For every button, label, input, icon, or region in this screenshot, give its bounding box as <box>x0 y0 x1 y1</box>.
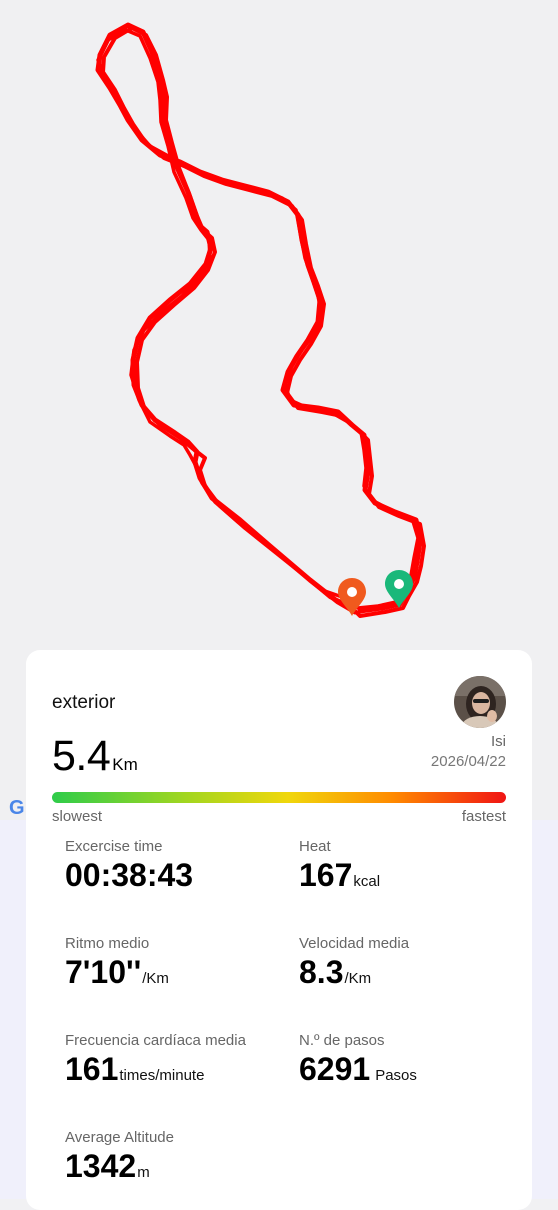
stat-value: 167 <box>299 857 353 893</box>
user-avatar[interactable] <box>454 676 506 728</box>
avatar-photo-icon <box>454 676 506 728</box>
workout-date: 2026/04/22 <box>430 753 506 770</box>
stat-value: 8.3 <box>299 954 344 990</box>
map-attribution-icon: G <box>9 797 25 819</box>
speed-gradient-bar <box>52 792 506 803</box>
route-path <box>95 22 426 618</box>
stat-heat: Heat 167kcal <box>299 838 519 894</box>
user-name: Isi <box>491 733 506 750</box>
stat-value: 161 <box>65 1051 119 1087</box>
stat-unit: /Km <box>344 970 372 987</box>
stat-average-altitude: Average Altitude 1342m <box>65 1129 285 1185</box>
speed-max-label: fastest <box>461 808 506 825</box>
stat-label: Heat <box>299 838 331 855</box>
stat-unit: times/minute <box>119 1067 205 1084</box>
speed-min-label: slowest <box>52 808 103 825</box>
activity-type-label: exterior <box>52 692 116 713</box>
distance-unit: Km <box>112 755 138 774</box>
stat-steps: N.º de pasos 6291 Pasos <box>299 1032 519 1088</box>
stat-average-pace: Ritmo medio 7'10''/Km <box>65 935 285 991</box>
stat-unit: /Km <box>142 970 169 987</box>
stat-label: Average Altitude <box>65 1129 174 1146</box>
stat-average-speed: Velocidad media 8.3/Km <box>299 935 519 991</box>
stat-average-heart-rate: Frecuencia cardíaca media 161times/minut… <box>65 1032 285 1088</box>
stat-label: Ritmo medio <box>65 935 150 952</box>
stat-value: 7'10'' <box>65 954 142 990</box>
stat-value: 00:38:43 <box>65 857 194 893</box>
stat-value: 1342 <box>65 1148 137 1184</box>
stat-value: 6291 <box>299 1051 371 1087</box>
stat-unit: kcal <box>353 873 381 890</box>
stat-label: Excercise time <box>65 838 163 855</box>
stat-exercise-time: Excercise time 00:38:43 <box>65 838 285 894</box>
stat-label: N.º de pasos <box>299 1032 385 1049</box>
distance-value: 5.4 <box>52 732 111 780</box>
stat-label: Frecuencia cardíaca media <box>65 1032 246 1049</box>
stat-unit: Pasos <box>375 1067 417 1084</box>
workout-summary-card: exterior 5.4 Km Isi 2026/04/22 slowest fa… <box>26 650 532 1210</box>
distance-display: 5.4 Km <box>52 732 138 781</box>
stat-label: Velocidad media <box>299 935 410 952</box>
stat-unit: m <box>137 1164 150 1181</box>
